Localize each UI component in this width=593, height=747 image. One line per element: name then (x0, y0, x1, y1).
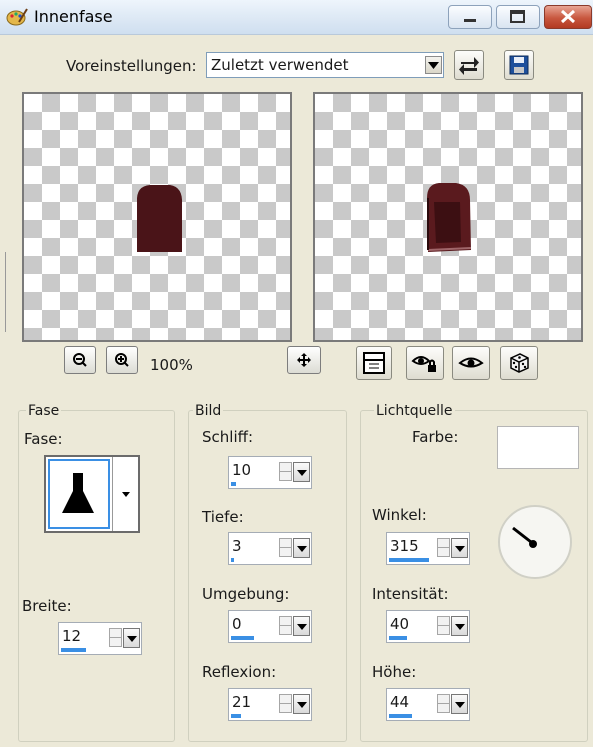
zoom-level: 100% (150, 356, 193, 374)
reset-arrows-icon (459, 57, 479, 75)
original-preview[interactable] (22, 92, 292, 342)
smoothness-level-bar (231, 482, 236, 486)
shininess-level-bar (231, 714, 241, 718)
image-group-title: Bild (193, 403, 224, 419)
zoom-in-icon (115, 353, 129, 367)
maximize-button[interactable] (496, 5, 540, 29)
smoothness-dropdown[interactable] (293, 462, 310, 482)
proof-button[interactable] (452, 346, 490, 380)
angle-value: 315 (390, 537, 419, 555)
elevation-label: Höhe: (372, 663, 417, 681)
width-label: Breite: (22, 597, 72, 615)
bevel-picker[interactable] (44, 455, 140, 533)
ambience-dropdown[interactable] (293, 616, 310, 636)
move-arrows-icon (297, 353, 311, 367)
depth-spinbox[interactable]: 3 (228, 532, 312, 565)
presets-dropdown[interactable]: Zuletzt verwendet (206, 52, 444, 78)
reset-presets-button[interactable] (454, 50, 484, 80)
width-dropdown[interactable] (123, 628, 140, 648)
presets-value: Zuletzt verwendet (211, 56, 349, 74)
bevel-label: Fase: (24, 430, 63, 448)
presets-label: Voreinstellungen: (66, 57, 197, 75)
minimize-button[interactable] (448, 5, 492, 29)
ambience-label: Umgebung: (202, 585, 290, 603)
bevel-dropdown-button[interactable] (112, 457, 139, 531)
minimize-icon (464, 19, 476, 22)
result-shape (427, 183, 472, 252)
window-title: Innenfase (34, 7, 113, 26)
elevation-spinbox[interactable]: 44 (386, 688, 470, 721)
intensity-spinbox[interactable]: 40 (386, 610, 470, 643)
ambience-value: 0 (232, 615, 242, 633)
depth-dropdown[interactable] (293, 538, 310, 558)
randomize-button[interactable] (500, 346, 538, 380)
depth-up-down[interactable] (279, 538, 292, 557)
title-bar: Innenfase (0, 0, 593, 35)
smoothness-up-down[interactable] (279, 462, 292, 481)
zoom-out-button[interactable] (64, 346, 96, 374)
smoothness-label: Schliff: (202, 428, 253, 446)
width-value: 12 (62, 627, 82, 645)
close-icon (560, 9, 576, 24)
close-button[interactable] (544, 5, 592, 29)
angle-label: Winkel: (372, 506, 427, 524)
ambience-level-bar (231, 636, 254, 640)
bevel-group-title: Fase (26, 403, 62, 419)
zoom-out-icon (73, 353, 87, 367)
width-level-bar (61, 648, 86, 652)
zoom-in-button[interactable] (106, 346, 138, 374)
result-preview[interactable] (313, 92, 583, 342)
pan-button[interactable] (287, 346, 321, 374)
width-up-down[interactable] (109, 628, 122, 647)
smoothness-value: 10 (232, 461, 252, 479)
eye-icon (458, 357, 484, 368)
intensity-level-bar (389, 636, 407, 640)
elevation-level-bar (389, 714, 412, 718)
angle-level-bar (389, 558, 429, 562)
width-spinbox[interactable]: 12 (58, 622, 142, 655)
depth-value: 3 (232, 537, 242, 555)
chevron-down-icon (122, 492, 130, 497)
elevation-value: 44 (390, 693, 410, 711)
chevron-down-icon (428, 61, 439, 69)
proof-toggle-button[interactable] (356, 346, 392, 380)
save-preset-button[interactable] (504, 50, 534, 80)
intensity-value: 40 (390, 615, 410, 633)
floppy-disk-icon (509, 55, 529, 75)
shininess-up-down[interactable] (279, 694, 292, 713)
left-edge (0, 252, 6, 332)
depth-label: Tiefe: (202, 508, 244, 526)
bevel-swatch (48, 459, 110, 529)
elevation-dropdown[interactable] (451, 694, 468, 714)
color-label: Farbe: (412, 428, 459, 446)
shininess-dropdown[interactable] (293, 694, 310, 714)
angle-dropdown[interactable] (451, 538, 468, 558)
shininess-spinbox[interactable]: 21 (228, 688, 312, 721)
shininess-value: 21 (232, 693, 252, 711)
angle-spinbox[interactable]: 315 (386, 532, 470, 565)
bevel-shape-icon (62, 473, 94, 513)
eye-lock-icon (411, 356, 436, 372)
angle-up-down[interactable] (437, 538, 450, 557)
ambience-spinbox[interactable]: 0 (228, 610, 312, 643)
maximize-icon (510, 10, 525, 23)
elevation-up-down[interactable] (437, 694, 450, 713)
auto-proof-button[interactable] (406, 346, 444, 380)
shininess-label: Reflexion: (202, 663, 277, 681)
light-color-swatch[interactable] (497, 426, 579, 469)
intensity-label: Intensität: (372, 585, 449, 603)
depth-level-bar (231, 558, 234, 562)
intensity-up-down[interactable] (437, 616, 450, 635)
smoothness-spinbox[interactable]: 10 (228, 456, 312, 489)
ambience-up-down[interactable] (279, 616, 292, 635)
window-layout-icon (363, 352, 385, 374)
dice-icon (510, 353, 529, 373)
original-shape (136, 185, 183, 252)
paint-palette-icon (6, 8, 28, 26)
presets-dropdown-button[interactable] (425, 56, 442, 74)
angle-dial[interactable] (496, 504, 574, 580)
light-group-title: Lichtquelle (374, 403, 455, 419)
intensity-dropdown[interactable] (451, 616, 468, 636)
